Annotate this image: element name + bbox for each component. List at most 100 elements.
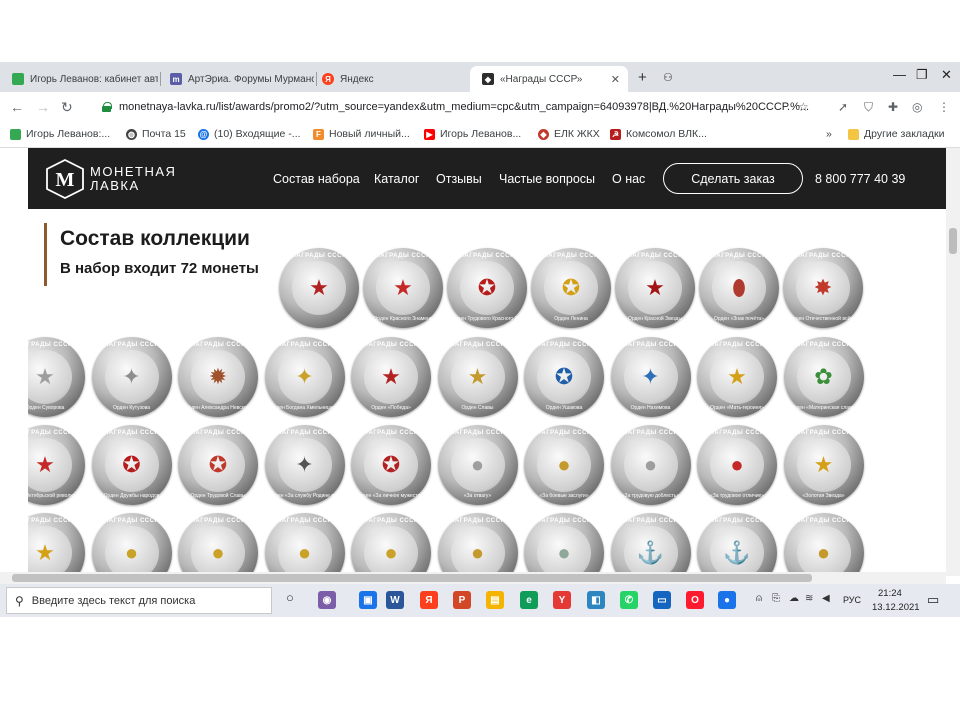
coin-item[interactable]: НАГРАДЫ СССР ✹ Орден Александра Невского [178, 337, 258, 417]
taskbar-app-icon[interactable]: O [686, 591, 704, 609]
new-tab-icon[interactable]: + [638, 69, 647, 86]
coin-item[interactable]: НАГРАДЫ СССР ✪ Орден Ленина [531, 248, 611, 328]
language-indicator[interactable]: РУС [843, 595, 861, 605]
nav-catalog[interactable]: Каталог [374, 172, 419, 186]
nav-faq[interactable]: Частые вопросы [499, 172, 595, 186]
coin-item[interactable]: НАГРАДЫ СССР ● «За трудовую доблесть» [610, 425, 691, 505]
extensions-icon[interactable]: ✚ [888, 100, 898, 114]
coin-item[interactable]: НАГРАДЫ СССР ★ Орден Красной Звезды [615, 248, 695, 328]
bookmark-personal[interactable]: F Новый личный... [313, 128, 410, 140]
coin-item[interactable]: НАГРАДЫ СССР ★ Орден Красного Знамени [363, 248, 443, 328]
taskbar-app-icon[interactable]: e [520, 591, 538, 609]
horizontal-scrollbar[interactable] [0, 572, 946, 584]
coin-item[interactable]: НАГРАДЫ СССР ● «За трудовое отличие» [697, 425, 777, 505]
coin-item[interactable]: НАГРАДЫ СССР ★ [279, 248, 359, 328]
nav-about[interactable]: О нас [612, 172, 645, 186]
taskbar-app-icon[interactable]: Я [420, 591, 438, 609]
taskbar-search[interactable]: ⚲ Введите здесь текст для поиска [6, 587, 272, 614]
nav-set-composition[interactable]: Состав набора [273, 172, 360, 186]
bookmark-mail[interactable]: ◍ Почта 15 [126, 128, 186, 140]
profile-icon[interactable]: ◎ [912, 100, 922, 114]
coin-item[interactable]: НАГРАДЫ СССР ✦ Орден Нахимова [610, 337, 691, 417]
wifi-icon[interactable]: ≋ [805, 593, 813, 604]
reload-icon[interactable]: ↻ [61, 99, 73, 116]
coin-item[interactable]: НАГРАДЫ СССР●«За оборону Севастополя» [264, 513, 345, 576]
logo-text[interactable]: МОНЕТНАЯ ЛАВКА [90, 165, 176, 193]
phone-number[interactable]: 8 800 777 40 39 [815, 172, 905, 186]
coin-item[interactable]: НАГРАДЫ СССР ✪ Орден «За личное мужество» [351, 425, 431, 505]
url-text[interactable]: monetnaya-lavka.ru/list/awards/promo2/?u… [119, 101, 809, 113]
clock-date[interactable]: 13.12.2021 [872, 602, 920, 613]
coin-item[interactable]: НАГРАДЫ СССР ✪ Орден Дружбы народов [91, 425, 172, 505]
bookmark-cabinet[interactable]: Игорь Леванов:... [10, 128, 110, 140]
taskbar-app-icon[interactable]: ● [718, 591, 736, 609]
close-window-icon[interactable]: ✕ [941, 67, 952, 83]
notifications-icon[interactable]: ▭ [927, 592, 939, 608]
tab-forum[interactable]: m АртЭриа. Форумы Мурманск [158, 66, 314, 92]
minimize-icon[interactable]: — [893, 67, 906, 82]
rocket-icon[interactable]: ➚ [838, 100, 848, 114]
tab-cabinet[interactable]: Игорь Леванов: кабинет авто [0, 66, 158, 92]
coin-item[interactable]: НАГРАДЫ СССР ✸ Орден Отечественной войны [783, 248, 863, 328]
usb-icon[interactable]: ⎘ [772, 593, 780, 604]
coin-item[interactable]: НАГРАДЫ СССР ★ Орден «Мать-героиня» [697, 337, 777, 417]
coin-item[interactable]: НАГРАДЫ СССР ● «За боевые заслуги» [524, 425, 604, 505]
taskbar-app-icon[interactable]: ◉ [318, 591, 336, 609]
other-bookmarks[interactable]: Другие закладки [848, 128, 944, 140]
tab-search-icon[interactable]: ⚇ [663, 71, 673, 84]
taskbar-app-icon[interactable]: Y [553, 591, 571, 609]
coin-item[interactable]: НАГРАДЫ СССР●«Партизану Отечественной во… [437, 513, 518, 576]
horizontal-scrollbar-thumb[interactable] [12, 574, 812, 582]
taskbar-app-icon[interactable]: ▣ [359, 591, 377, 609]
coin-item[interactable]: НАГРАДЫ СССР ✪ Орден Трудовой Славы [178, 425, 258, 505]
bookmark-komsomol[interactable]: ☭ Комсомол ВЛК... [610, 128, 707, 140]
task-view-icon[interactable]: ○ [286, 590, 294, 605]
bookmark-inbox[interactable]: @ (10) Входящие -... [198, 128, 301, 140]
shield-icon[interactable]: ⛉ [864, 100, 873, 115]
coin-item[interactable]: НАГРАДЫ СССР ✿ Орден «Материнская слава» [783, 337, 864, 417]
taskbar-app-icon[interactable]: ▭ [653, 591, 671, 609]
menu-icon[interactable]: ⋮ [938, 100, 950, 114]
taskbar-app-icon[interactable]: ◧ [587, 591, 605, 609]
coin-item[interactable]: НАГРАДЫ СССР ✦ Орден Кутузова [91, 337, 172, 417]
coin-item[interactable]: НАГРАДЫ СССР●«За оборону Ленинграда» [91, 513, 172, 576]
address-bar[interactable]: monetnaya-lavka.ru/list/awards/promo2/?u… [92, 95, 822, 119]
vertical-scrollbar[interactable] [946, 148, 960, 576]
taskbar-app-icon[interactable]: P [453, 591, 471, 609]
coin-item[interactable]: НАГРАДЫ СССР ● «За отвагу» [437, 425, 518, 505]
taskbar-app-icon[interactable]: W [386, 591, 404, 609]
people-icon[interactable]: ⍝ [756, 593, 762, 604]
bookmark-youtube[interactable]: ▶ Игорь Леванов... [424, 128, 521, 140]
coin-item[interactable]: НАГРАДЫ СССР●«За оборону Сталинграда» [351, 513, 431, 576]
coin-item[interactable]: НАГРАДЫ СССР⚓Медаль Ушакова [610, 513, 691, 576]
coin-item[interactable]: НАГРАДЫ СССР ✦ Орден Богдана Хмельницкого [264, 337, 345, 417]
coin-item[interactable]: НАГРАДЫ СССР ★ Орден Славы [437, 337, 518, 417]
forward-icon[interactable]: → [36, 99, 50, 115]
vertical-scrollbar-thumb[interactable] [949, 228, 957, 254]
tab-close-icon[interactable]: ✕ [611, 73, 620, 86]
taskbar-app-icon[interactable]: ▤ [486, 591, 504, 609]
coin-item[interactable]: НАГРАДЫ СССР●«За оборону Москвы» [783, 513, 864, 576]
restore-icon[interactable]: ❐ [916, 67, 928, 83]
logo-icon[interactable]: М [46, 159, 84, 199]
taskbar-app-icon[interactable]: ✆ [620, 591, 638, 609]
volume-icon[interactable]: ◀ [822, 593, 830, 604]
coin-item[interactable]: НАГРАДЫ СССР ✦ Орден «За службу Родине в В… [264, 425, 345, 505]
coin-item[interactable]: НАГРАДЫ СССР⚓Медаль Нахимова [697, 513, 777, 576]
clock-time[interactable]: 21:24 [878, 588, 902, 599]
coin-item[interactable]: НАГРАДЫ СССР●«За оборону Одессы» [178, 513, 258, 576]
coin-item[interactable]: НАГРАДЫ СССР ✪ Орден Трудового Красного Зн… [447, 248, 527, 328]
tab-awards-active[interactable]: ◆ «Награды СССР» ✕ [470, 66, 628, 92]
coin-item[interactable]: НАГРАДЫ СССР ★ Орден «Победа» [351, 337, 431, 417]
bookmark-elk[interactable]: ◆ ЕЛК ЖКХ [538, 128, 600, 140]
coin-item[interactable]: НАГРАДЫ СССР ✪ Орден Ушакова [524, 337, 604, 417]
back-icon[interactable]: ← [10, 99, 24, 115]
coin-item[interactable]: НАГРАДЫ СССР ★ Орден Октябрьской революции [28, 425, 85, 505]
bookmark-star-icon[interactable]: ☆ [798, 100, 809, 114]
tab-yandex[interactable]: Я Яндекс [310, 66, 468, 92]
order-button[interactable]: Сделать заказ [663, 163, 803, 194]
coin-item[interactable]: НАГРАДЫ СССР ⬮ Орден «Знак почёта» [699, 248, 779, 328]
nav-reviews[interactable]: Отзывы [436, 172, 482, 186]
bookmarks-more-button[interactable]: » [826, 128, 832, 140]
coin-item[interactable]: НАГРАДЫ СССР ★ «Золотая Звезда» [783, 425, 864, 505]
